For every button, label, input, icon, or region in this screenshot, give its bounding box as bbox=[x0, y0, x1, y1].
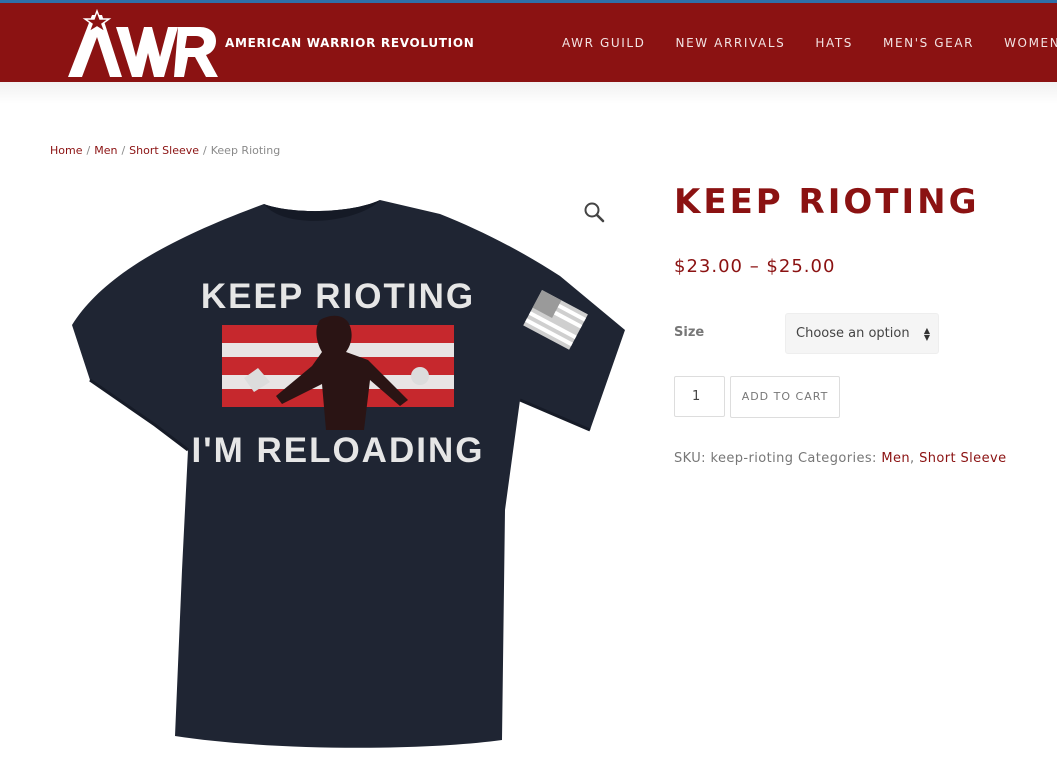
nav-womens[interactable]: WOMEN'S bbox=[1004, 36, 1057, 50]
main-nav: AWR GUILD NEW ARRIVALS HATS MEN'S GEAR W… bbox=[562, 36, 1057, 50]
add-to-cart-button[interactable]: ADD TO CART bbox=[730, 376, 840, 418]
category-link-men[interactable]: Men bbox=[881, 451, 910, 466]
product-image[interactable]: KEEP RIOTING I'M RELOADING bbox=[50, 180, 625, 755]
breadcrumb-separator: / bbox=[121, 144, 126, 157]
quantity-input[interactable]: 1 bbox=[674, 376, 725, 417]
sku-value: keep-rioting bbox=[710, 451, 794, 466]
size-select[interactable]: Choose an option ▲ ▼ bbox=[785, 313, 939, 354]
nav-awr-guild[interactable]: AWR GUILD bbox=[562, 36, 646, 50]
breadcrumb-short-sleeve[interactable]: Short Sleeve bbox=[129, 144, 199, 157]
breadcrumb-current: Keep Rioting bbox=[210, 144, 281, 157]
breadcrumb-separator: / bbox=[203, 144, 207, 157]
product-price: $23.00 – $25.00 bbox=[674, 256, 836, 277]
product-meta: SKU: keep-rioting Categories: Men, Short… bbox=[674, 451, 1006, 466]
nav-mens-gear[interactable]: MEN'S GEAR bbox=[883, 36, 974, 50]
header-shadow bbox=[0, 82, 1057, 104]
product-title: KEEP RIOTING bbox=[674, 182, 980, 222]
size-label: Size bbox=[674, 325, 705, 340]
select-arrows-icon: ▲ ▼ bbox=[923, 326, 930, 342]
category-link-short-sleeve[interactable]: Short Sleeve bbox=[919, 451, 1006, 466]
shirt-text-bottom: I'M RELOADING bbox=[192, 431, 485, 470]
tshirt-image: KEEP RIOTING I'M RELOADING bbox=[72, 200, 625, 748]
breadcrumb-men[interactable]: Men bbox=[94, 144, 117, 157]
site-tagline: AMERICAN WARRIOR REVOLUTION bbox=[225, 36, 475, 50]
nav-hats[interactable]: HATS bbox=[815, 36, 853, 50]
categories-label: Categories: bbox=[797, 451, 877, 466]
category-separator: , bbox=[910, 451, 920, 466]
breadcrumb-home[interactable]: Home bbox=[50, 144, 82, 157]
size-select-value: Choose an option bbox=[796, 326, 910, 341]
breadcrumb-separator: / bbox=[86, 144, 91, 157]
sku-label: SKU: bbox=[674, 451, 706, 466]
site-logo[interactable] bbox=[66, 8, 218, 81]
nav-new-arrivals[interactable]: NEW ARRIVALS bbox=[676, 36, 786, 50]
breadcrumb: Home / Men / Short Sleeve / Keep Rioting bbox=[50, 144, 280, 157]
magnifier-icon[interactable] bbox=[583, 201, 605, 223]
site-header: AMERICAN WARRIOR REVOLUTION AWR GUILD NE… bbox=[0, 3, 1057, 82]
logo-icon bbox=[68, 8, 218, 77]
shirt-text-top: KEEP RIOTING bbox=[201, 277, 475, 316]
